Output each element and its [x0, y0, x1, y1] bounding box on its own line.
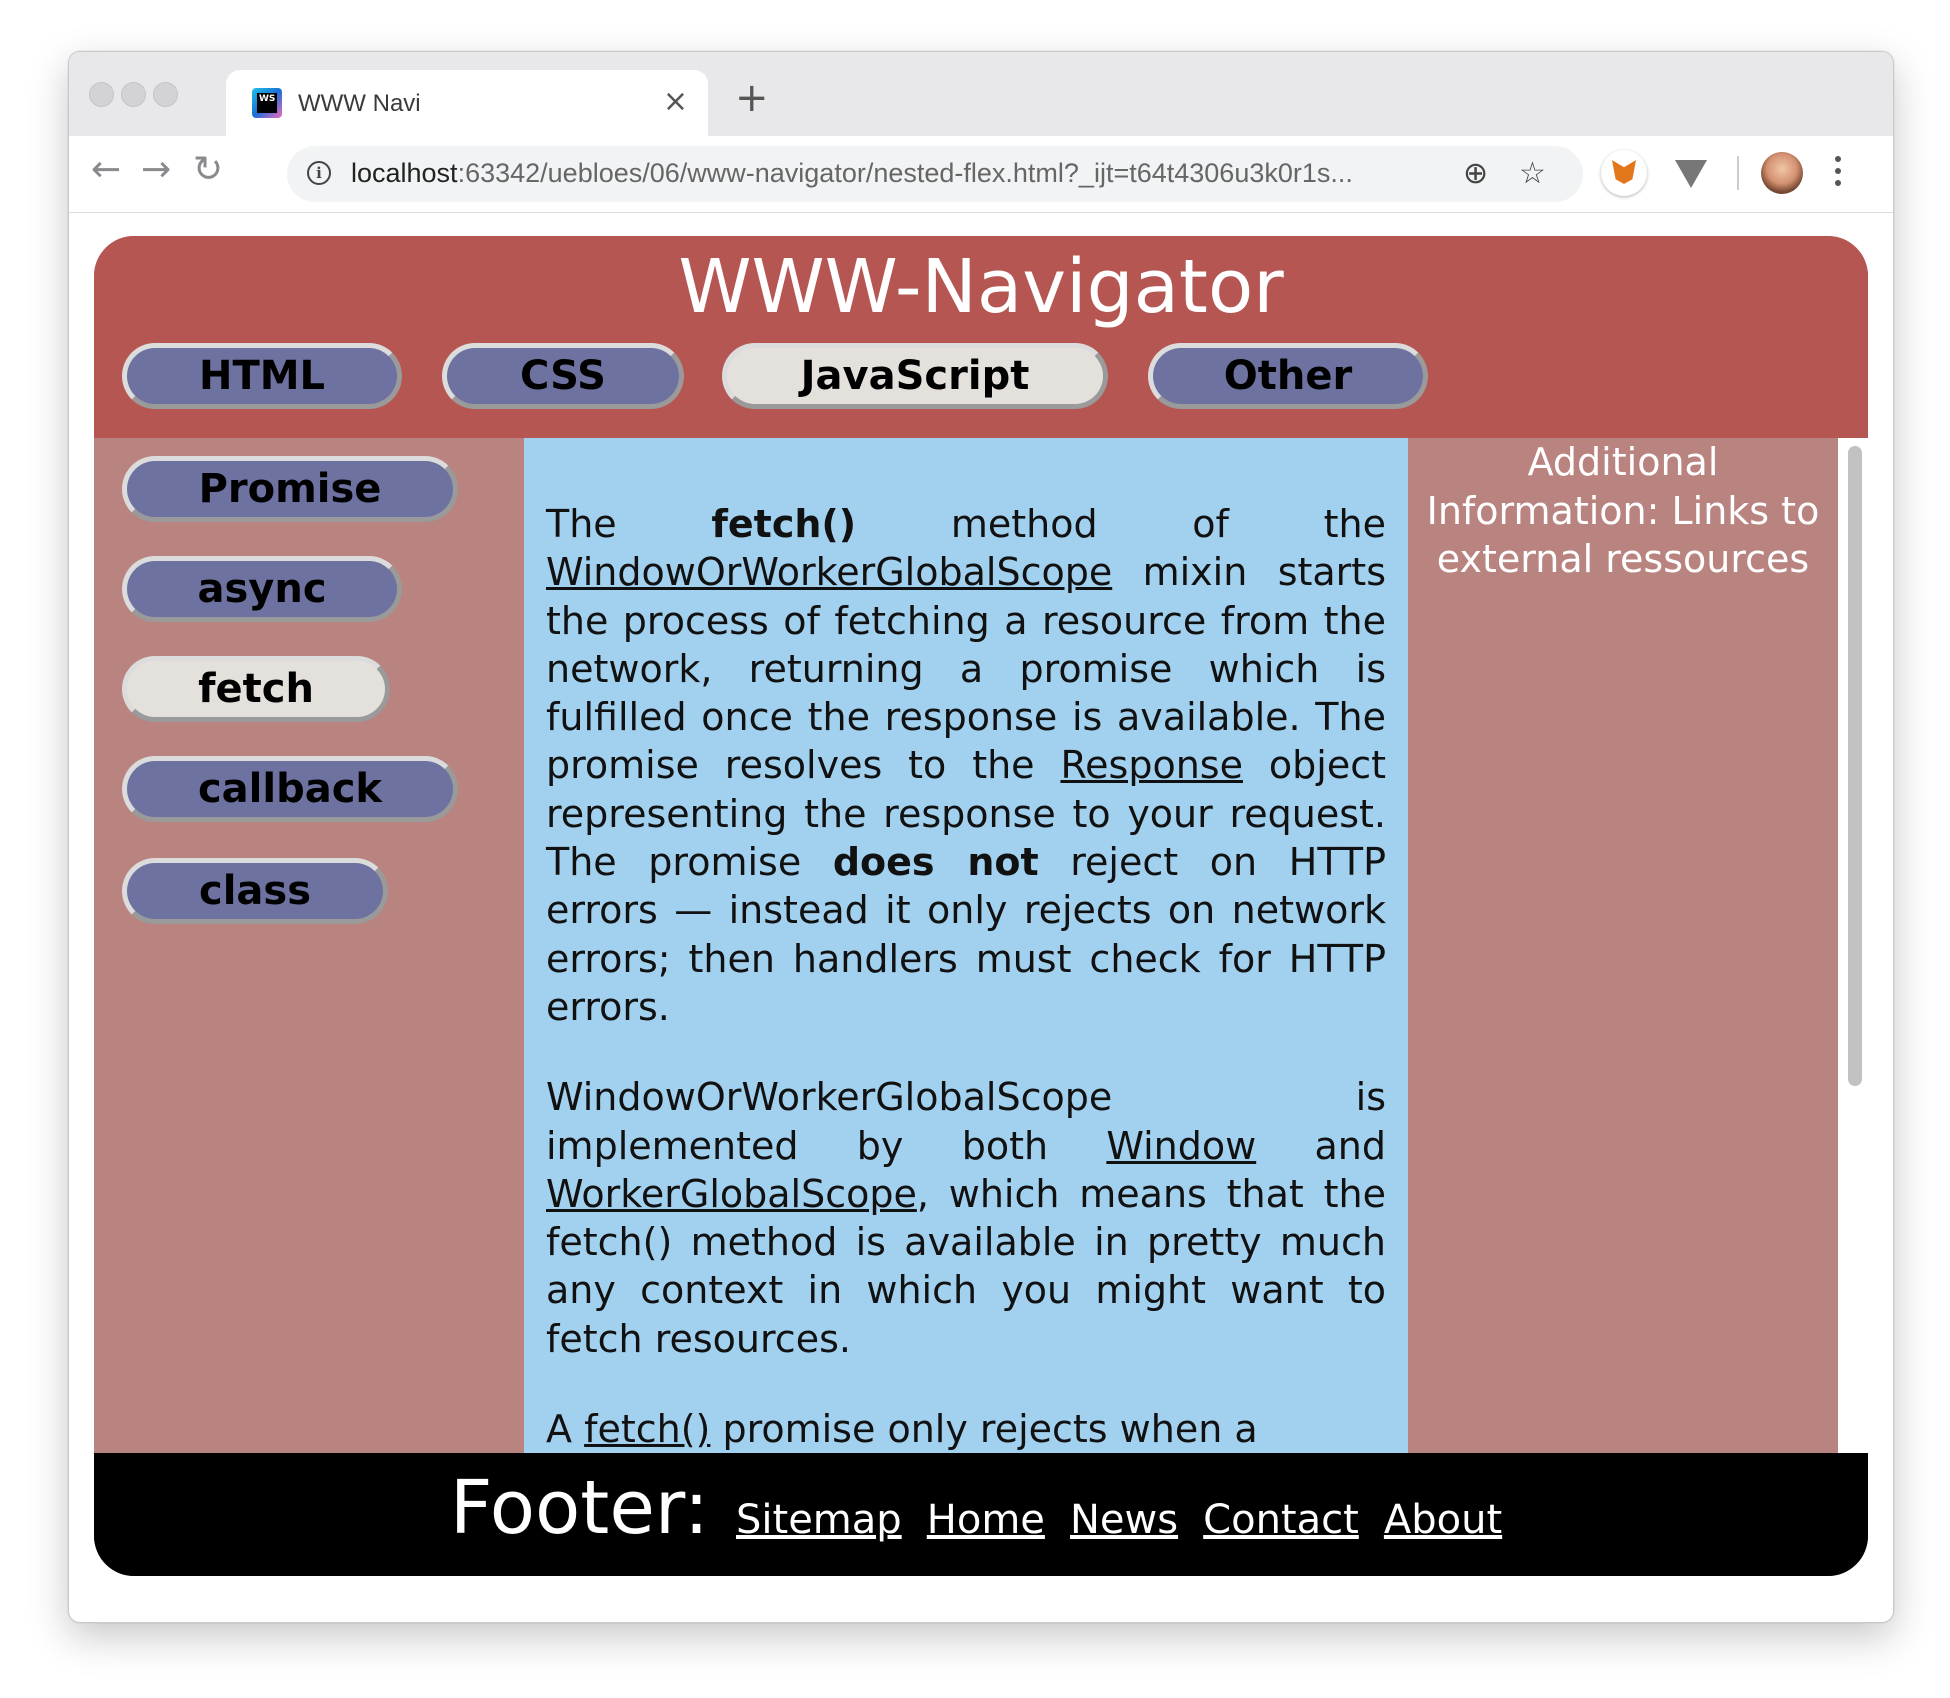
toolbar-divider: [1737, 156, 1739, 190]
main-content: The fetch() method of the WindowOrWorker…: [524, 438, 1408, 1453]
does-not-emphasis: does not: [832, 840, 1039, 885]
paragraph-rejects: A fetch() promise only rejects when a: [546, 1407, 1258, 1452]
favicon-text: WS: [257, 93, 277, 113]
tab-strip: WS WWW Navi × +: [69, 52, 1893, 136]
sidebar-item-class[interactable]: class: [122, 858, 388, 924]
browser-window: WS WWW Navi × + ← → ↻ i localhost:63342/…: [68, 51, 1894, 1623]
new-tab-button[interactable]: +: [735, 78, 769, 118]
link-response[interactable]: Response: [1060, 743, 1243, 787]
page-content: WWW-Navigator HTML CSS JavaScript Other …: [94, 236, 1868, 1576]
url-host: localhost: [351, 158, 458, 188]
browser-tab[interactable]: WS WWW Navi ×: [226, 70, 708, 136]
site-footer: Footer: Sitemap Home News Contact About: [94, 1453, 1868, 1576]
sidebar-item-callback[interactable]: callback: [122, 756, 458, 822]
paragraph-fetch-intro: The fetch() method of the WindowOrWorker…: [546, 502, 1386, 1029]
aside-title: Additional Information: Links to externa…: [1426, 440, 1820, 581]
webstorm-icon: WS: [252, 88, 282, 118]
info-icon[interactable]: i: [307, 161, 331, 185]
minimize-window-button[interactable]: [121, 82, 146, 107]
metamask-extension-icon[interactable]: [1601, 150, 1647, 196]
nav-other-button[interactable]: Other: [1148, 343, 1428, 409]
paragraph-scope: WindowOrWorkerGlobalScope is implemented…: [546, 1075, 1386, 1361]
menu-kebab-icon[interactable]: [1835, 156, 1841, 192]
profile-avatar[interactable]: [1761, 152, 1803, 194]
footer-link-news[interactable]: News: [1070, 1497, 1178, 1543]
link-window[interactable]: Window: [1106, 1124, 1256, 1168]
nav-javascript-button[interactable]: JavaScript: [722, 343, 1108, 409]
scrollbar-thumb[interactable]: [1848, 446, 1862, 1086]
sidebar-item-fetch[interactable]: fetch: [122, 656, 390, 722]
reload-icon[interactable]: ↻: [193, 150, 223, 190]
footer-link-home[interactable]: Home: [927, 1497, 1045, 1543]
forward-arrow-icon[interactable]: →: [141, 150, 171, 190]
scrollbar[interactable]: [1838, 438, 1868, 1453]
link-windoworworkerglobalscope[interactable]: WindowOrWorkerGlobalScope: [546, 550, 1112, 594]
address-bar[interactable]: i localhost:63342/uebloes/06/www-navigat…: [287, 146, 1583, 202]
footer-link-contact[interactable]: Contact: [1203, 1497, 1359, 1543]
maximize-window-button[interactable]: [153, 82, 178, 107]
vue-extension-icon[interactable]: [1675, 160, 1707, 188]
footer-title: Footer:: [449, 1465, 709, 1551]
tab-title: WWW Navi: [298, 90, 421, 117]
sidebar-item-async[interactable]: async: [122, 556, 402, 622]
zoom-icon[interactable]: ⊕: [1463, 156, 1488, 192]
url-path: :63342/uebloes/06/www-navigator/nested-f…: [457, 158, 1353, 188]
sidebar: Promise async fetch callback class: [94, 438, 524, 1453]
link-fetch[interactable]: fetch(): [584, 1407, 710, 1451]
site-title: WWW-Navigator: [678, 244, 1284, 330]
aside-panel: Additional Information: Links to externa…: [1408, 438, 1838, 1453]
footer-link-sitemap[interactable]: Sitemap: [736, 1497, 902, 1543]
footer-link-about[interactable]: About: [1384, 1497, 1502, 1543]
bookmark-star-icon[interactable]: ☆: [1519, 156, 1546, 192]
nav-html-button[interactable]: HTML: [122, 343, 402, 409]
back-arrow-icon[interactable]: ←: [91, 150, 121, 190]
fetch-keyword: fetch(): [711, 502, 857, 546]
tab-close-icon[interactable]: ×: [663, 84, 688, 119]
nav-css-button[interactable]: CSS: [442, 343, 684, 409]
url-text[interactable]: localhost:63342/uebloes/06/www-navigator…: [351, 158, 1353, 189]
browser-toolbar: ← → ↻ i localhost:63342/uebloes/06/www-n…: [69, 136, 1893, 213]
close-window-button[interactable]: [89, 82, 114, 107]
sidebar-item-promise[interactable]: Promise: [122, 456, 458, 522]
link-workerglobalscope[interactable]: WorkerGlobalScope: [546, 1172, 917, 1216]
site-header: WWW-Navigator HTML CSS JavaScript Other: [94, 236, 1868, 438]
